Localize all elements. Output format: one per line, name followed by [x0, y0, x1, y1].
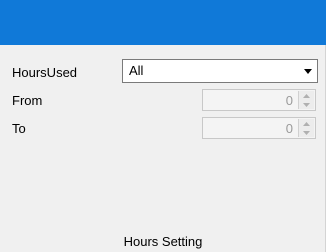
from-value: 0: [285, 93, 293, 108]
title-bar: [0, 0, 326, 45]
hours-used-dropdown[interactable]: All: [122, 59, 318, 83]
to-label: To: [12, 121, 26, 136]
panel-footer-label: Hours Setting: [123, 234, 203, 249]
from-label: From: [12, 93, 43, 108]
to-value: 0: [285, 121, 293, 136]
to-numeric-input[interactable]: 0: [202, 117, 316, 139]
from-numeric-input[interactable]: 0: [202, 89, 316, 111]
from-spin-buttons: [298, 91, 314, 109]
spin-down-icon[interactable]: [299, 128, 314, 137]
hours-used-selected: All: [129, 63, 144, 78]
chevron-down-icon[interactable]: [299, 60, 317, 82]
to-spin-buttons: [298, 119, 314, 137]
spin-down-icon[interactable]: [299, 100, 314, 109]
hours-used-label: HoursUsed: [12, 65, 78, 80]
